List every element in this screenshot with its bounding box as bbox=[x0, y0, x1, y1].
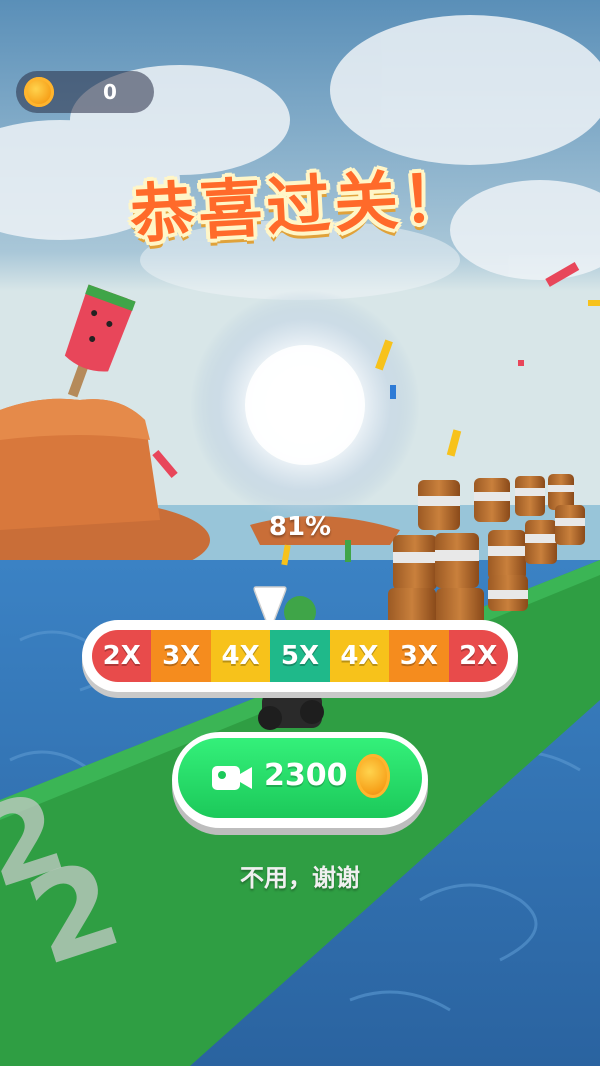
multiplier-segment: 5X bbox=[270, 630, 330, 682]
claim-reward-button-face[interactable]: 2300 bbox=[178, 738, 422, 818]
progress-percent: 81% bbox=[268, 512, 332, 542]
multiplier-segment: 3X bbox=[151, 630, 211, 682]
no-thanks-link[interactable]: 不用，谢谢 bbox=[0, 858, 600, 893]
multiplier-segment: 4X bbox=[210, 630, 271, 682]
multiplier-segments: 2X 3X 4X 5X 4X 3X 2X bbox=[92, 630, 508, 682]
multiplier-segment: 2X bbox=[92, 630, 152, 682]
coin-icon bbox=[356, 754, 390, 798]
multiplier-segment: 2X bbox=[448, 630, 508, 682]
coin-icon bbox=[24, 77, 54, 107]
coin-count: 0 bbox=[103, 80, 117, 104]
multiplier-segment: 4X bbox=[329, 630, 390, 682]
claim-reward-video-button[interactable]: 2300 bbox=[172, 732, 428, 828]
coin-counter: 0 bbox=[16, 71, 154, 113]
multiplier-segment: 3X bbox=[389, 630, 449, 682]
multiplier-bar[interactable]: 2X 3X 4X 5X 4X 3X 2X bbox=[82, 620, 518, 692]
reward-amount: 2300 bbox=[264, 758, 348, 793]
video-camera-icon bbox=[212, 766, 252, 790]
